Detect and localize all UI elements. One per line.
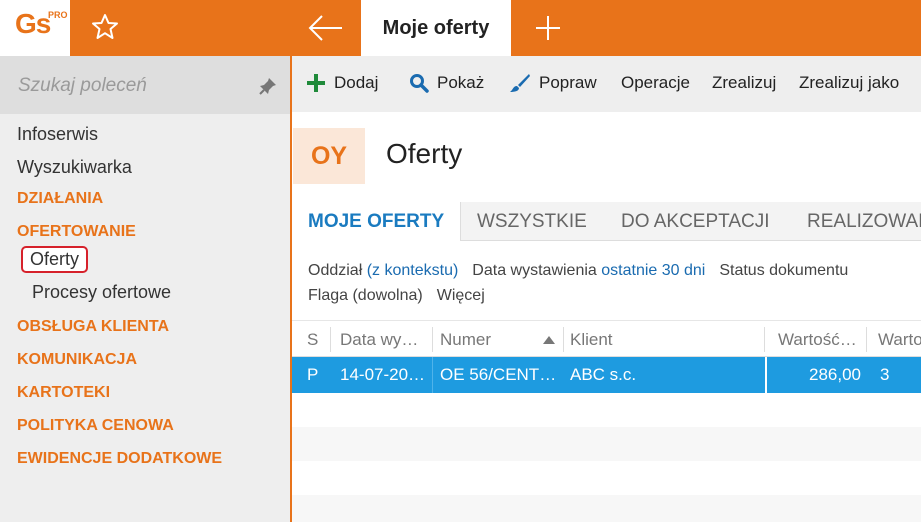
sidebar-item-infoserwis[interactable]: Infoserwis — [17, 124, 98, 145]
table-row[interactable]: P 14-07-20… OE 56/CENT… ABC s.c. 286,00 … — [292, 357, 921, 393]
list-tabs: MOJE OFERTY WSZYSTKIE DO AKCEPTACJI REAL… — [292, 202, 921, 241]
table-row-empty — [292, 461, 921, 495]
add-button[interactable]: Dodaj — [306, 73, 378, 93]
sidebar-section-obsluga-klienta[interactable]: OBSŁUGA KLIENTA — [17, 318, 169, 336]
sidebar-section-ofertowanie[interactable]: OFERTOWANIE — [17, 223, 136, 241]
cell-status: P — [307, 365, 319, 384]
operations-button-label: Operacje — [621, 73, 690, 92]
filter-bar: Oddział (z kontekstu) Data wystawienia os… — [308, 258, 862, 308]
offers-table: S Data wy… Numer Klient Wartość… Warto P… — [292, 320, 921, 522]
sidebar-item-wyszukiwarka[interactable]: Wyszukiwarka — [17, 157, 132, 178]
document-type-badge: OY — [293, 128, 365, 184]
sort-ascending-icon[interactable] — [542, 321, 556, 358]
filter-more[interactable]: Więcej — [437, 287, 485, 304]
filter-branch[interactable]: Oddział (z kontekstu) — [308, 262, 458, 279]
table-row-empty — [292, 427, 921, 461]
sidebar: Infoserwis Wyszukiwarka DZIAŁANIA OFERTO… — [0, 56, 290, 522]
toolbar: Dodaj Pokaż Popraw Operacje Zrealizuj Zr… — [292, 56, 921, 112]
realize-as-button[interactable]: Zrealizuj jako — [799, 73, 899, 93]
show-button-label: Pokaż — [437, 73, 485, 92]
realize-button[interactable]: Zrealizuj — [712, 73, 776, 93]
app-logo[interactable]: Gs PRO — [0, 0, 70, 56]
filter-branch-label: Oddział — [308, 262, 363, 279]
sidebar-item-oferty[interactable]: Oferty — [21, 246, 89, 273]
column-header-client[interactable]: Klient — [570, 321, 613, 358]
cell-value-2: 3 — [880, 365, 890, 384]
tab-realizowane[interactable]: REALIZOWANE — [807, 202, 921, 241]
filter-date[interactable]: Data wystawienia ostatnie 30 dni — [472, 262, 705, 279]
tab-moje-oferty-list[interactable]: MOJE OFERTY — [292, 202, 462, 241]
show-button[interactable]: Pokaż — [409, 73, 484, 93]
sidebar-section-dzialania[interactable]: DZIAŁANIA — [17, 190, 103, 208]
edit-button-label: Popraw — [539, 73, 597, 92]
cell-date: 14-07-20… — [340, 365, 426, 384]
column-header-value[interactable]: Wartość… — [778, 321, 857, 358]
tab-wszystkie[interactable]: WSZYSTKIE — [477, 202, 587, 241]
table-row-empty — [292, 495, 921, 522]
arrow-left-icon[interactable] — [296, 8, 356, 48]
table-row-empty — [292, 393, 921, 427]
brush-icon — [510, 74, 530, 92]
column-header-date[interactable]: Data wy… — [340, 321, 418, 358]
search-input[interactable] — [18, 73, 238, 99]
edit-button[interactable]: Popraw — [509, 73, 597, 93]
realize-as-button-label: Zrealizuj jako — [799, 73, 900, 92]
cell-client: ABC s.c. — [570, 365, 637, 384]
column-divider[interactable] — [330, 327, 331, 352]
tab-moje-oferty[interactable]: Moje oferty — [361, 0, 511, 56]
table-header: S Data wy… Numer Klient Wartość… Warto — [292, 320, 921, 357]
column-divider[interactable] — [764, 327, 765, 352]
filter-date-value[interactable]: ostatnie 30 dni — [601, 262, 705, 279]
column-header-number[interactable]: Numer — [440, 321, 491, 358]
filter-flag[interactable]: Flaga (dowolna) — [308, 287, 423, 304]
tab-do-akceptacji[interactable]: DO AKCEPTACJI — [621, 202, 770, 241]
top-bar: Gs PRO Moje oferty — [0, 0, 921, 56]
filter-status[interactable]: Status dokumentu — [719, 262, 848, 279]
logo-badge: PRO — [48, 10, 68, 20]
sidebar-section-kartoteki[interactable]: KARTOTEKI — [17, 384, 110, 402]
filter-branch-value[interactable]: (z kontekstu) — [367, 262, 459, 279]
plus-icon[interactable] — [530, 10, 566, 46]
filter-date-label: Data wystawienia — [472, 262, 597, 279]
logo-text: Gs — [15, 8, 51, 39]
sidebar-section-polityka-cenowa[interactable]: POLITYKA CENOWA — [17, 417, 174, 435]
cell-number: OE 56/CENT… — [440, 365, 557, 384]
cell-value: 286,00 — [809, 365, 861, 384]
column-divider[interactable] — [563, 327, 564, 352]
column-header-status[interactable]: S — [307, 321, 318, 358]
column-divider[interactable] — [432, 327, 433, 352]
realize-button-label: Zrealizuj — [712, 73, 777, 92]
operations-button[interactable]: Operacje — [621, 73, 690, 93]
star-outline-icon[interactable] — [90, 12, 120, 42]
plus-icon — [307, 74, 325, 92]
column-header-value-2[interactable]: Warto — [878, 321, 921, 358]
column-divider[interactable] — [866, 327, 867, 352]
cell-divider — [432, 357, 433, 393]
add-button-label: Dodaj — [334, 73, 379, 92]
page-title: Oferty — [386, 138, 463, 169]
command-search — [0, 56, 290, 114]
pin-icon[interactable] — [258, 76, 278, 96]
sidebar-section-komunikacja[interactable]: KOMUNIKACJA — [17, 351, 137, 369]
sidebar-section-ewidencje-dodatkowe[interactable]: EWIDENCJE DODATKOWE — [17, 450, 222, 468]
sidebar-item-procesy-ofertowe[interactable]: Procesy ofertowe — [32, 282, 171, 303]
search-icon — [410, 74, 429, 93]
